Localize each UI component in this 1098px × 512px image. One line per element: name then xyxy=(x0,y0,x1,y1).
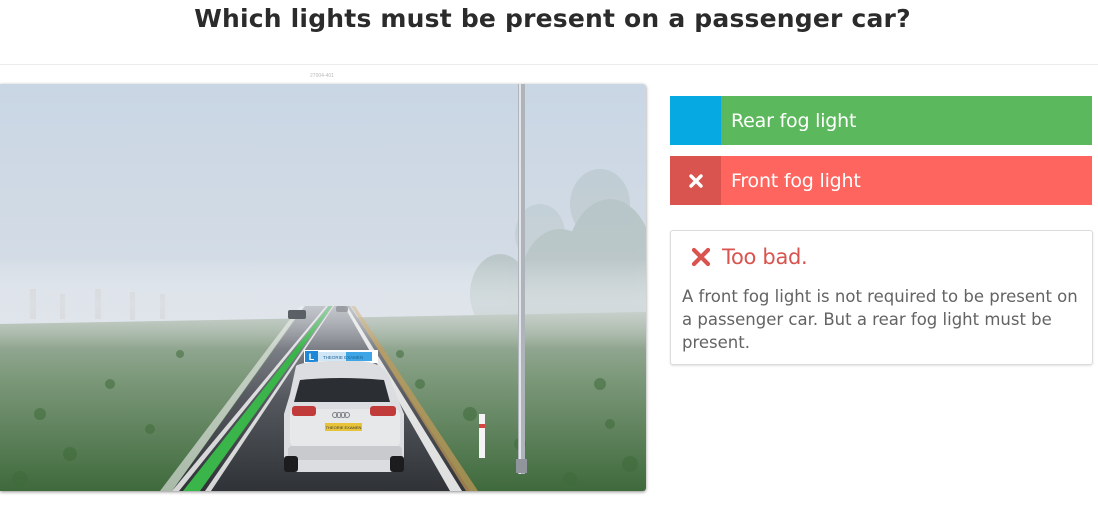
car-sign-text: THEORIE EXAMEN xyxy=(323,355,363,360)
answer-label: Rear fog light xyxy=(721,96,1092,145)
question-title: Which lights must be present on a passen… xyxy=(194,4,911,33)
header-divider xyxy=(0,64,1098,65)
image-caption: 27004-401 xyxy=(310,73,334,79)
answer-label: Front fog light xyxy=(721,156,1092,205)
svg-text:L: L xyxy=(309,352,315,362)
question-image: L THEORIE EXAMEN THEORIE EXAMEN xyxy=(0,84,646,491)
answer-marker xyxy=(670,156,721,205)
feedback-header: Too bad. xyxy=(691,245,808,269)
answer-option-rear-fog-light[interactable]: Rear fog light xyxy=(670,96,1092,145)
feedback-text: A front fog light is not required to be … xyxy=(682,287,1078,352)
feedback-panel: Too bad. A front fog light is not requir… xyxy=(670,230,1093,365)
answer-marker xyxy=(670,96,721,145)
plate-text: THEORIE EXAMEN xyxy=(326,425,362,430)
x-icon xyxy=(691,247,711,267)
feedback-title: Too bad. xyxy=(722,245,808,269)
x-icon xyxy=(688,173,703,188)
answer-option-front-fog-light[interactable]: Front fog light xyxy=(670,156,1092,205)
